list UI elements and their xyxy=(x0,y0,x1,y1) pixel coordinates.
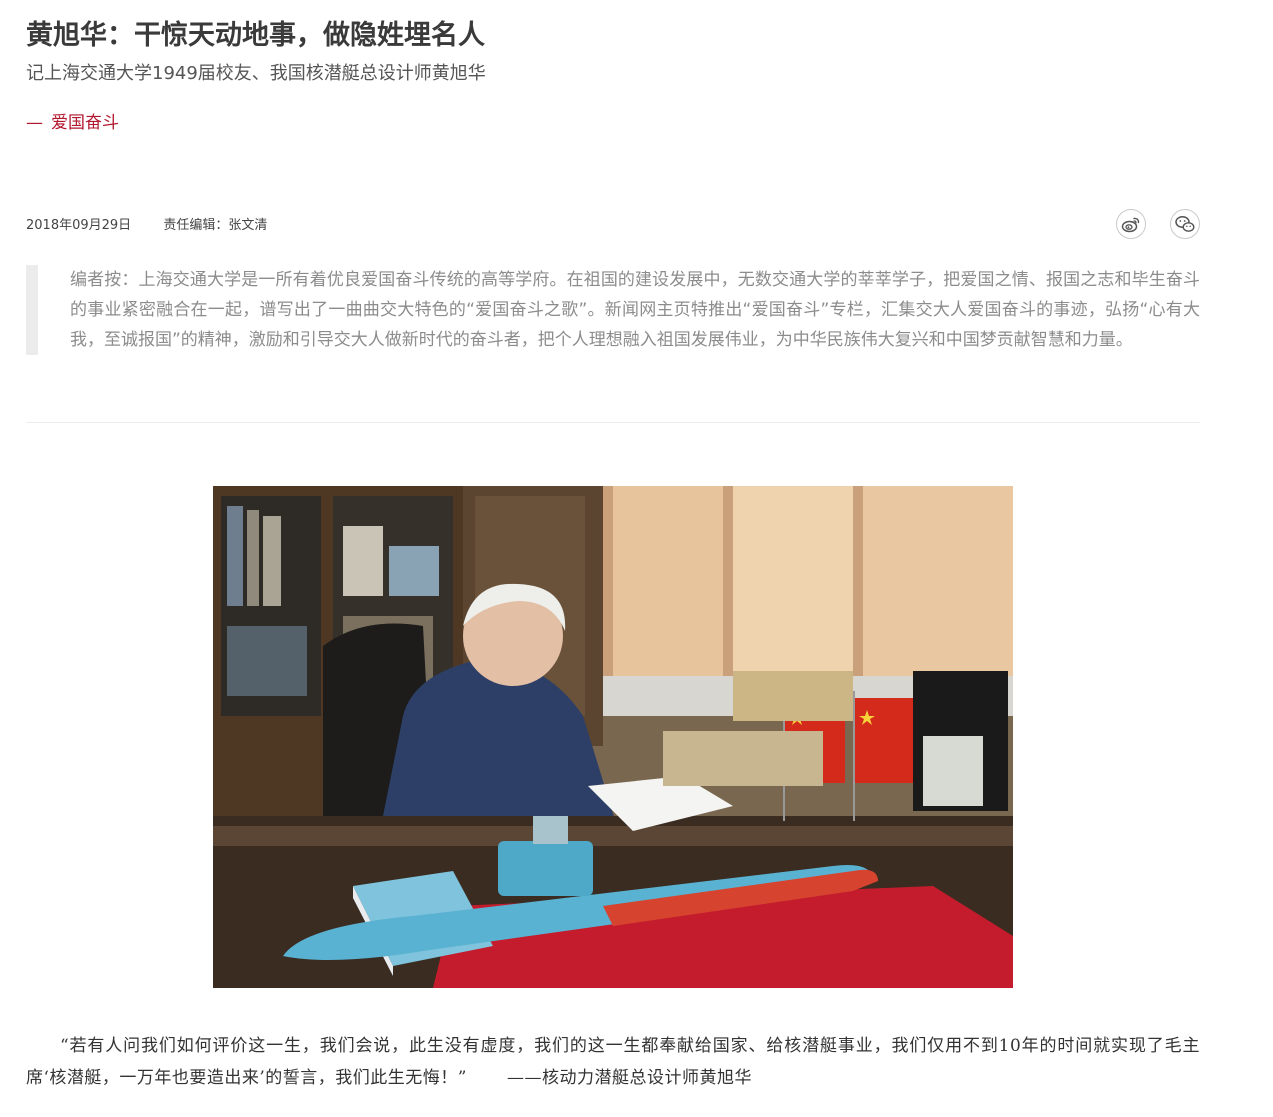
share-buttons xyxy=(1116,209,1200,239)
divider xyxy=(26,422,1200,423)
article-meta: 2018年09月29日 责任编辑：张文清 xyxy=(26,216,267,236)
publish-date: 2018年09月29日 xyxy=(26,218,132,233)
article-subtitle: 记上海交通大学1949届校友、我国核潜艇总设计师黄旭华 xyxy=(26,63,486,84)
article-photo xyxy=(213,486,1013,988)
column-name: 爱国奋斗 xyxy=(51,113,119,133)
share-weibo-button[interactable] xyxy=(1116,209,1146,239)
editor-note: 编者按：上海交通大学是一所有着优良爱国奋斗传统的高等学府。在祖国的建设发展中，无… xyxy=(26,265,1200,355)
photo-illustration xyxy=(213,486,1013,988)
quote-attribution: ——核动力潜艇总设计师黄旭华 xyxy=(507,1068,752,1088)
share-wechat-button[interactable] xyxy=(1170,209,1200,239)
article-title: 黄旭华：干惊天动地事，做隐姓埋名人 xyxy=(26,20,485,51)
responsible-editor: 责任编辑：张文清 xyxy=(163,218,268,233)
column-dash: — xyxy=(26,113,43,133)
quote-paragraph: “若有人问我们如何评价这一生，我们会说，此生没有虚度，我们的这一生都奉献给国家、… xyxy=(26,1030,1200,1094)
weibo-icon xyxy=(1121,217,1140,233)
wechat-icon xyxy=(1175,216,1195,232)
column-link[interactable]: — 爱国奋斗 xyxy=(26,111,119,135)
